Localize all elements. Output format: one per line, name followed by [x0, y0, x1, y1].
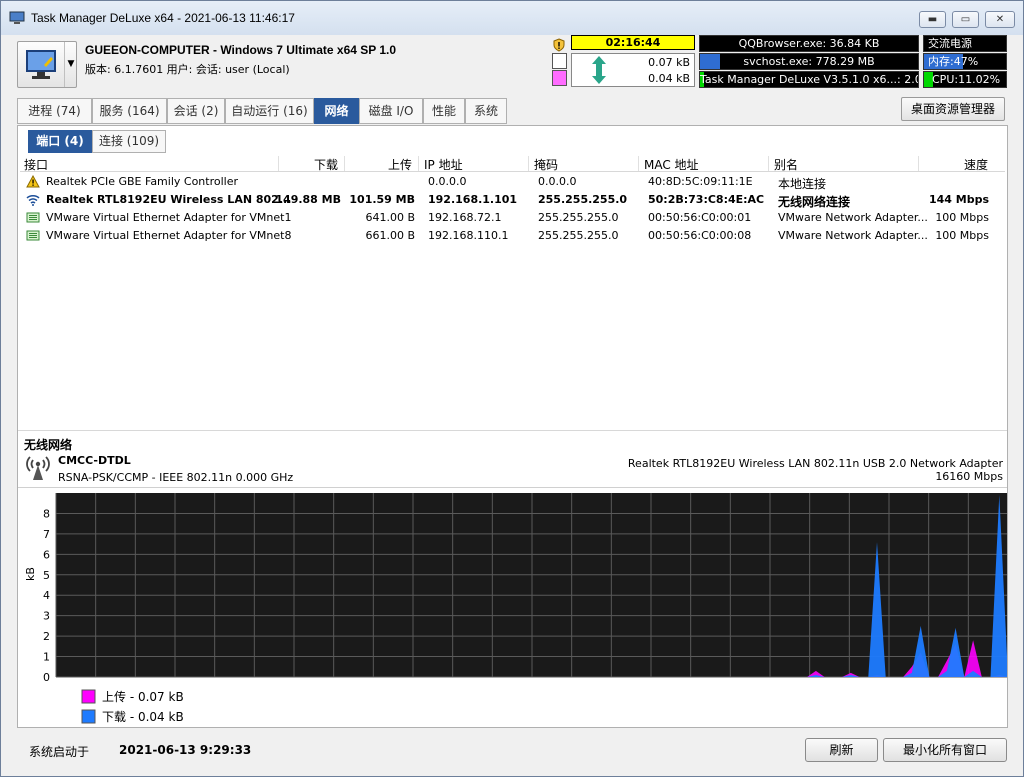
col-interface[interactable]: 接口 [24, 156, 48, 173]
y-tick-label: 4 [43, 589, 50, 602]
tab-processes[interactable]: 进程 (74) [17, 98, 92, 124]
window-title: Task Manager DeLuxe x64 - 2021-06-13 11:… [31, 11, 295, 25]
y-tick-label: 2 [43, 630, 50, 643]
ethernet-icon [26, 212, 40, 223]
titlebar[interactable]: Task Manager DeLuxe x64 - 2021-06-13 11:… [1, 1, 1023, 35]
net-down-value: 0.04 kB [648, 72, 690, 85]
boot-label: 系统启动于 [29, 745, 90, 759]
computer-menu-button[interactable]: ▼ [17, 41, 77, 88]
y-tick-label: 8 [43, 507, 50, 520]
top-process-2[interactable]: svchost.exe: 778.29 MB [699, 53, 919, 70]
wifi-icon [26, 195, 40, 206]
monitor-icon [26, 50, 56, 79]
upload-swatch [552, 70, 567, 86]
tab-performance[interactable]: 性能 [423, 98, 465, 124]
table-row[interactable]: Realtek PCIe GBE Family Controller 0.0.0… [20, 173, 1005, 191]
close-button[interactable]: ✕ [985, 11, 1015, 28]
y-tick-label: 5 [43, 569, 50, 582]
legend-swatch [81, 689, 96, 704]
desktop-explorer-button[interactable]: 桌面资源管理器 [901, 97, 1005, 121]
top-process-3[interactable]: Task Manager DeLuxe V3.5.1.0 x6...: 2.07… [699, 71, 919, 88]
y-tick-label: 0 [43, 671, 50, 684]
updown-arrow-icon [592, 56, 606, 84]
tab-network[interactable]: 网络 [314, 98, 359, 124]
adapter-name: Realtek RTL8192EU Wireless LAN 802.11n U… [627, 457, 1003, 470]
antenna-icon [26, 456, 50, 480]
main-window: Task Manager DeLuxe x64 - 2021-06-13 11:… [0, 0, 1024, 777]
col-upload[interactable]: 上传 [388, 156, 412, 173]
col-mac[interactable]: MAC 地址 [644, 156, 699, 173]
col-download[interactable]: 下载 [314, 156, 338, 173]
col-ip[interactable]: IP 地址 [424, 156, 463, 173]
process-fill [700, 54, 720, 69]
maximize-button[interactable]: ▭ [952, 11, 979, 28]
boot-time: 2021-06-13 9:29:33 [119, 743, 252, 757]
uptime-clock: 02:16:44 [571, 35, 695, 50]
table-row[interactable]: VMware Virtual Ethernet Adapter for VMne… [20, 209, 1005, 227]
power-status: 交流电源 [923, 35, 1007, 52]
version-line: 版本: 6.1.7601 用户: 会话: user (Local) [85, 63, 290, 76]
network-panel: 端口 (4) 连接 (109) 接口 下载 上传 IP 地址 掩码 MAC 地址… [17, 125, 1008, 728]
minimize-all-button[interactable]: 最小化所有窗口 [883, 738, 1007, 762]
link-speed: 16160 Mbps [935, 470, 1003, 483]
tab-disk-io[interactable]: 磁盘 I/O [359, 98, 423, 124]
tab-sessions[interactable]: 会话 (2) [167, 98, 225, 124]
detail-title: 无线网络 [24, 438, 73, 452]
refresh-button[interactable]: 刷新 [805, 738, 878, 762]
minimize-button[interactable]: ▬ [919, 11, 946, 28]
col-mask[interactable]: 掩码 [534, 156, 558, 173]
security-info: RSNA-PSK/CCMP - IEEE 802.11n 0.000 GHz [58, 471, 294, 484]
ssid: CMCC-DTDL [58, 454, 131, 467]
legend-label: 上传 - 0.07 kB [102, 689, 184, 704]
tab-connections[interactable]: 连接 (109) [92, 130, 166, 153]
download-swatch [552, 53, 567, 69]
warning-icon [26, 175, 40, 188]
tab-ports[interactable]: 端口 (4) [28, 130, 92, 153]
network-meter: 0.07 kB 0.04 kB [571, 53, 695, 87]
y-tick-label: 1 [43, 651, 50, 664]
y-tick-label: 3 [43, 610, 50, 623]
legend-label: 下载 - 0.04 kB [102, 710, 184, 724]
top-process-1[interactable]: QQBrowser.exe: 36.84 KB [699, 35, 919, 52]
col-alias[interactable]: 别名 [774, 156, 798, 173]
tab-services[interactable]: 服务 (164) [92, 98, 167, 124]
table-row[interactable]: VMware Virtual Ethernet Adapter for VMne… [20, 227, 1005, 245]
y-tick-label: 6 [43, 548, 50, 561]
net-up-value: 0.07 kB [648, 56, 690, 69]
header: ▼ GUEEON-COMPUTER - Windows 7 Ultimate x… [1, 35, 1023, 93]
legend-swatch [81, 709, 96, 724]
ethernet-icon [26, 230, 40, 241]
network-chart: 0 1 2 3 4 5 6 7 8 kB 上传 - 0.07 kB 下载 - 0.04 kB [24, 493, 1007, 724]
computer-name: GUEEON-COMPUTER - Windows 7 Ultimate x64… [85, 43, 397, 57]
y-axis-label: kB [24, 567, 37, 581]
col-speed[interactable]: 速度 [964, 156, 988, 173]
shield-icon [553, 38, 565, 52]
tab-autorun[interactable]: 自动运行 (16) [225, 98, 314, 124]
y-tick-label: 7 [43, 528, 50, 541]
app-icon [9, 11, 25, 24]
memory-meter: 内存:47% [923, 53, 1007, 70]
table-header: 接口 下载 上传 IP 地址 掩码 MAC 地址 别名 速度 [20, 155, 1005, 172]
splitter[interactable] [18, 430, 1007, 431]
cpu-meter: CPU:11.02% [923, 71, 1007, 88]
tab-system[interactable]: 系统 [465, 98, 507, 124]
table-row[interactable]: Realtek RTL8192EU Wireless LAN 802... 14… [20, 191, 1005, 209]
chevron-down-icon[interactable]: ▼ [64, 42, 77, 87]
